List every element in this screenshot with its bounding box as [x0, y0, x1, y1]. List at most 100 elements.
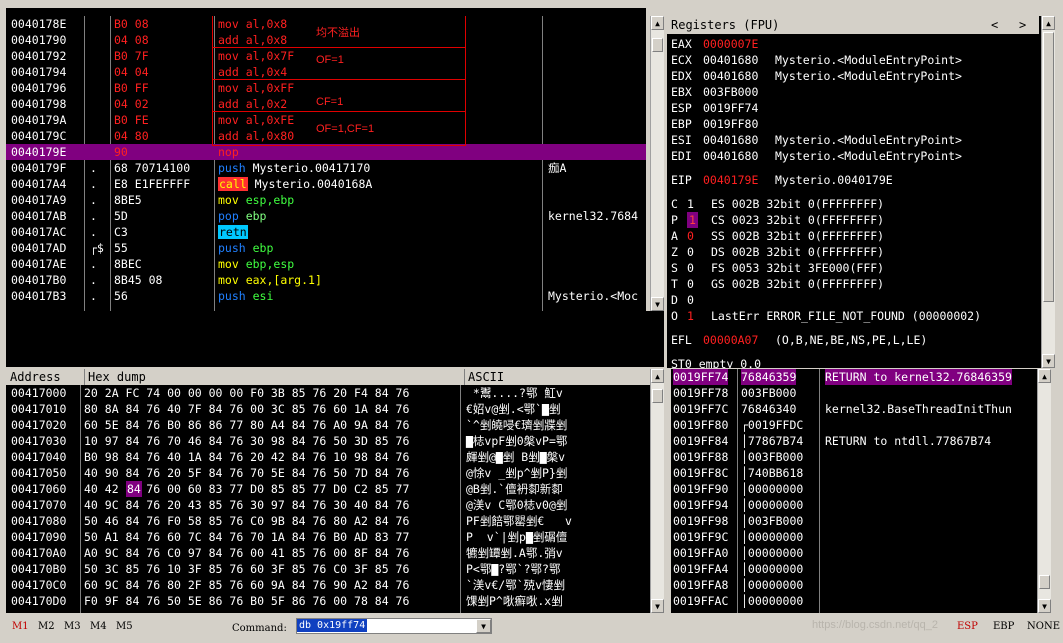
stack-row[interactable]: 0019FF88 │003FB000: [671, 449, 1037, 465]
disassembly-pane[interactable]: 0040178E B0 08 mov al,0x8 00401790 04 08 add …: [6, 16, 646, 311]
nav-next-icon[interactable]: >: [1019, 16, 1026, 34]
registers-pane[interactable]: Registers (FPU) < > EAX 0000007E ECX 004016…: [667, 16, 1055, 368]
dump-row[interactable]: 00417060 40 42 84 76 00 60 83 77 D0 85 85…: [6, 481, 650, 497]
status-ebp[interactable]: EBP: [993, 621, 1014, 632]
stack-row[interactable]: 0019FF94 │00000000: [671, 497, 1037, 513]
disasm-comment: 痂A: [548, 161, 567, 175]
status-none[interactable]: NONE: [1027, 621, 1060, 632]
stack-row[interactable]: 0019FF80 ┌0019FFDC: [671, 417, 1037, 433]
register-name: ESI: [671, 133, 692, 147]
scroll-up-arrow-icon[interactable]: ▲: [651, 16, 664, 30]
m4-button[interactable]: M4: [90, 621, 107, 632]
disasm-row[interactable]: 004017AC. C3 retn: [6, 224, 646, 240]
scroll-down-arrow-icon[interactable]: ▼: [1038, 599, 1051, 613]
disasm-row[interactable]: 004017B3. 56 push esi Mysterio.<Moc: [6, 288, 646, 304]
register-name: EDI: [671, 149, 692, 163]
scroll-up-arrow-icon[interactable]: ▲: [651, 369, 664, 383]
m2-button[interactable]: M2: [38, 621, 55, 632]
scroll-down-arrow-icon[interactable]: ▼: [651, 297, 664, 311]
stack-row[interactable]: 0019FFAC │00000000: [671, 593, 1037, 609]
stack-row[interactable]: 0019FF98 │003FB000: [671, 513, 1037, 529]
dump-row[interactable]: 00417090 50 A1 84 76 60 7C 84 76 70 1A 84…: [6, 529, 650, 545]
dump-row[interactable]: 00417030 10 97 84 76 70 46 84 76 30 98 84…: [6, 433, 650, 449]
dump-row[interactable]: 00417000 20 2A FC 74 00 00 00 00 F0 3B 85…: [6, 385, 650, 401]
stack-value: ┌0019FFDC: [741, 418, 804, 432]
flag-name: P: [671, 213, 678, 227]
column-divider: [737, 369, 738, 613]
scroll-up-arrow-icon[interactable]: ▲: [1038, 369, 1051, 383]
disasm-row[interactable]: 0040179E 90 nop: [6, 144, 646, 160]
disasm-row[interactable]: 004017A4. E8 E1FEFFFF call Mysterio.004016…: [6, 176, 646, 192]
dump-address-header[interactable]: Address: [10, 369, 61, 385]
disasm-row[interactable]: 004017B0. 8B45 08 mov eax,[arg.1]: [6, 272, 646, 288]
registers-header: Registers (FPU) < >: [667, 16, 1039, 34]
disasm-address: 00401794: [11, 65, 67, 79]
dump-ascii: @渼v C鄂0梽v0@剉: [466, 498, 568, 512]
command-value[interactable]: db 0x19ff74: [297, 619, 368, 632]
stack-row[interactable]: 0019FFA8 │00000000: [671, 577, 1037, 593]
command-dropdown-icon[interactable]: ▼: [476, 619, 491, 633]
nav-prev-icon[interactable]: <: [991, 16, 998, 34]
status-esp[interactable]: ESP: [957, 621, 978, 632]
dump-ascii: €妱v@剉.<鄂`▇剉: [466, 402, 561, 416]
stack-row[interactable]: 0019FF78 003FB000: [671, 385, 1037, 401]
dump-address: 00417050: [11, 466, 67, 480]
dump-row[interactable]: 004170B0 50 3C 85 76 10 3F 85 76 60 3F 85…: [6, 561, 650, 577]
stack-row[interactable]: 0019FF7C 76846340 kernel32.BaseThreadInitT…: [671, 401, 1037, 417]
scroll-thumb[interactable]: [1043, 32, 1054, 302]
dump-row[interactable]: 00417070 40 9C 84 76 20 43 85 76 30 97 84…: [6, 497, 650, 513]
disasm-row[interactable]: 004017AB. 5D pop ebp kernel32.7684: [6, 208, 646, 224]
dump-row[interactable]: 00417010 80 8A 84 76 40 7F 84 76 00 3C 85…: [6, 401, 650, 417]
disasm-row[interactable]: 0040179F. 68 70714100 push Mysterio.004171…: [6, 160, 646, 176]
dump-row[interactable]: 004170A0 A0 9C 84 76 C0 97 84 76 00 41 85…: [6, 545, 650, 561]
segment-info: SS 002B 32bit 0(FFFFFFFF): [711, 229, 885, 243]
stack-pane[interactable]: 0019FF74 76846359 RETURN to kernel32.76846…: [671, 369, 1037, 613]
scroll-down-arrow-icon[interactable]: ▼: [1042, 354, 1055, 368]
stack-row[interactable]: 0019FF74 76846359 RETURN to kernel32.76846…: [671, 369, 1037, 385]
dump-scrollbar[interactable]: ▲ ▼: [650, 369, 664, 613]
disasm-hex: 68 70714100: [114, 161, 191, 175]
disasm-row[interactable]: 004017AD ┌$ 55 push ebp: [6, 240, 646, 256]
dump-row[interactable]: 004170D0 F0 9F 84 76 50 5E 86 76 B0 5F 86…: [6, 593, 650, 609]
stack-row[interactable]: 0019FF8C │740BB618: [671, 465, 1037, 481]
dump-row[interactable]: 00417020 60 5E 84 76 B0 86 86 77 80 A4 84…: [6, 417, 650, 433]
m1-button[interactable]: M1: [12, 621, 29, 632]
stack-scrollbar[interactable]: ▲ ▼: [1037, 369, 1051, 613]
scroll-thumb[interactable]: [652, 38, 663, 52]
scroll-up-arrow-icon[interactable]: ▲: [1042, 16, 1055, 30]
dump-ascii-header[interactable]: ASCII: [464, 369, 504, 385]
command-label: Command:: [232, 623, 287, 634]
scroll-thumb[interactable]: [1039, 575, 1050, 589]
disasm-marker: .: [90, 193, 97, 207]
scroll-thumb[interactable]: [652, 389, 663, 403]
disasm-row[interactable]: 004017AE. 8BEC mov ebp,esp: [6, 256, 646, 272]
stack-row[interactable]: 0019FF9C │00000000: [671, 529, 1037, 545]
stack-address: 0019FF80: [673, 418, 729, 432]
disasm-row[interactable]: 004017A9. 8BE5 mov esp,ebp: [6, 192, 646, 208]
stack-row[interactable]: 0019FFA0 │00000000: [671, 545, 1037, 561]
stack-row[interactable]: 0019FFA4 │00000000: [671, 561, 1037, 577]
stack-row[interactable]: 0019FF84 │77867B74 RETURN to ntdll.77867B7…: [671, 433, 1037, 449]
dump-pane[interactable]: 00417000 20 2A FC 74 00 00 00 00 F0 3B 85…: [6, 385, 650, 613]
disasm-instruction: push esi: [218, 288, 273, 304]
dump-selected-byte[interactable]: 84: [126, 481, 142, 497]
disasm-address: 004017A9: [11, 193, 67, 207]
disasm-operands: esp,ebp: [238, 193, 295, 207]
stack-row[interactable]: 0019FF90 │00000000: [671, 481, 1037, 497]
dump-hex-header[interactable]: Hex dump: [84, 369, 146, 385]
dump-address: 004170C0: [11, 578, 67, 592]
scroll-down-arrow-icon[interactable]: ▼: [651, 599, 664, 613]
dump-hex: 40 90 84 76 20 5F 84 76 70 5E 84 76 50 7…: [84, 466, 410, 480]
registers-scrollbar[interactable]: ▲ ▼: [1041, 16, 1055, 368]
m5-button[interactable]: M5: [116, 621, 133, 632]
disassembly-scrollbar[interactable]: ▲ ▼: [650, 16, 664, 311]
disasm-address: 004017AB: [11, 209, 67, 223]
m3-button[interactable]: M3: [64, 621, 81, 632]
dump-row[interactable]: 004170C0 60 9C 84 76 80 2F 85 76 60 9A 84…: [6, 577, 650, 593]
dump-address: 00417080: [11, 514, 67, 528]
dump-row[interactable]: 00417080 50 46 84 76 F0 58 85 76 C0 9B 84…: [6, 513, 650, 529]
flag-name: A: [671, 229, 678, 243]
dump-row[interactable]: 00417040 B0 98 84 76 40 1A 84 76 20 42 84…: [6, 449, 650, 465]
dump-row[interactable]: 00417050 40 90 84 76 20 5F 84 76 70 5E 84…: [6, 465, 650, 481]
dump-address: 00417070: [11, 498, 67, 512]
